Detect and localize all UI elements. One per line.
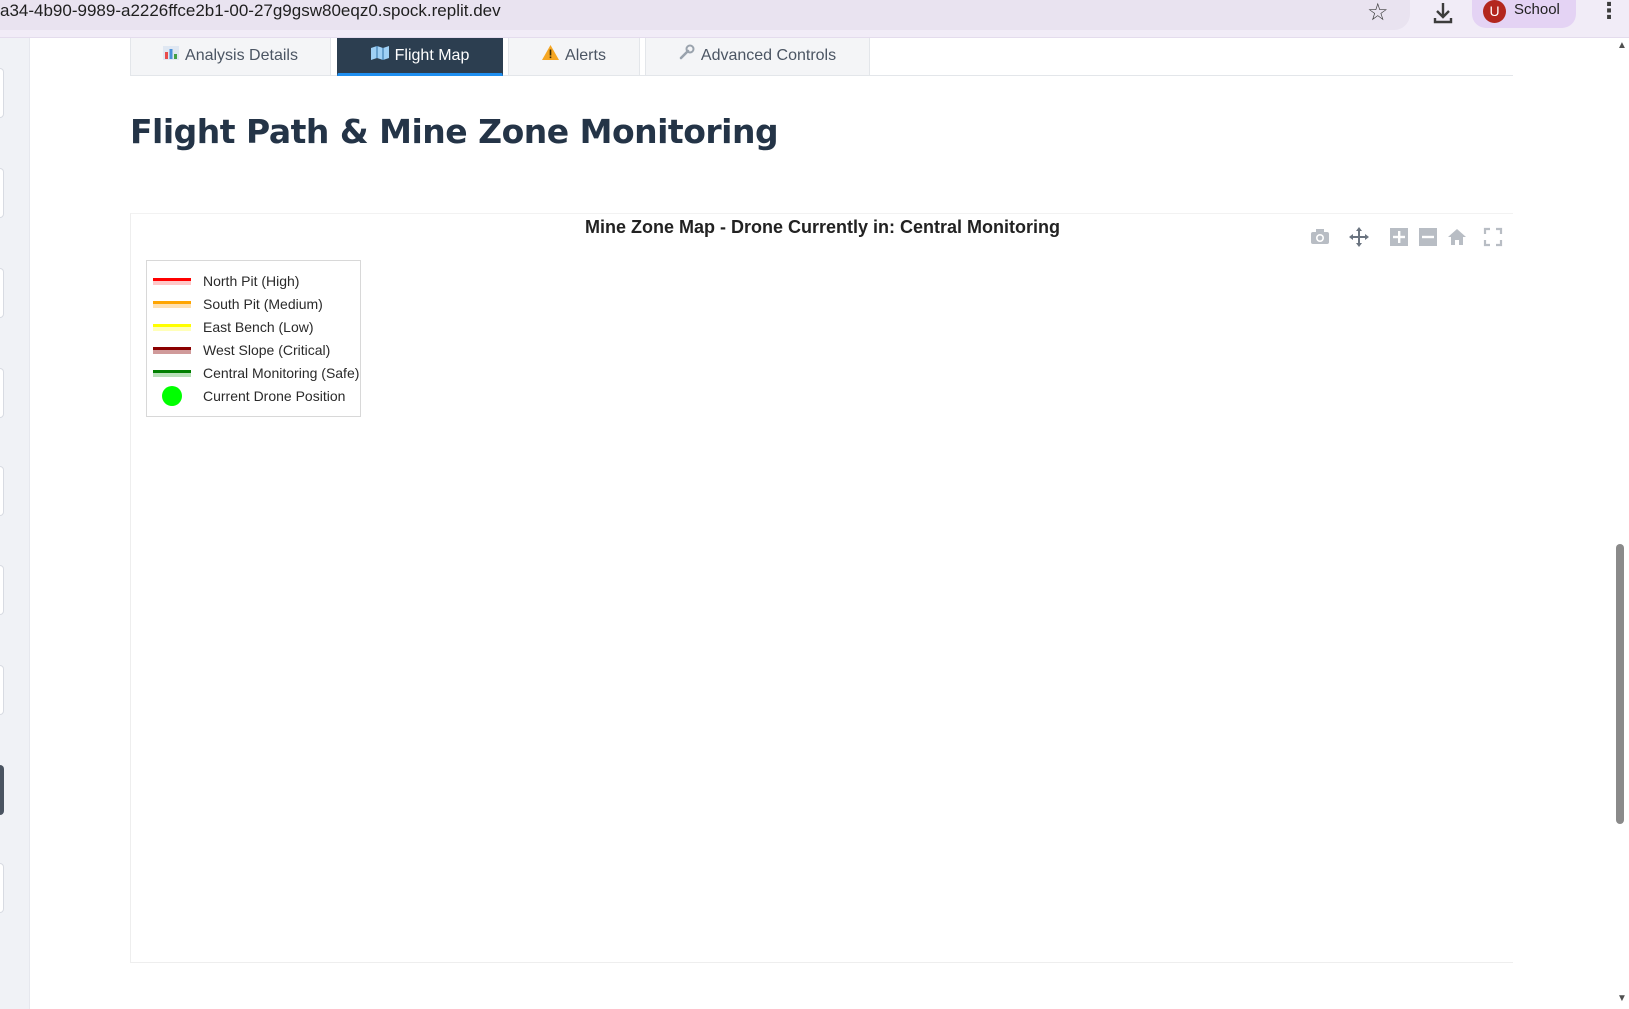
legend-item-north-pit[interactable]: North Pit (High) — [153, 270, 358, 292]
zoom-out-icon[interactable] — [1417, 226, 1439, 248]
tab-label: Flight Map — [394, 47, 470, 64]
legend-swatch — [153, 370, 191, 377]
sidebar-handle[interactable] — [0, 565, 4, 615]
tab-label: Alerts — [565, 47, 606, 64]
scrollbar-thumb[interactable] — [1616, 544, 1624, 824]
swatch-fill — [153, 304, 191, 308]
scrollbar[interactable] — [1612, 38, 1629, 1009]
sidebar-handle[interactable] — [0, 665, 4, 715]
profile-button[interactable]: U School — [1472, 0, 1576, 28]
sidebar-handle[interactable] — [0, 863, 4, 913]
tab-alerts[interactable]: Alerts — [508, 38, 640, 76]
zoom-in-icon[interactable] — [1388, 226, 1410, 248]
download-icon[interactable] — [1430, 0, 1456, 26]
mine-zone-map-chart[interactable]: Mine Zone Map - Drone Currently in: Cent… — [130, 213, 1513, 963]
legend-swatch — [153, 324, 191, 331]
legend-label: South Pit (Medium) — [203, 296, 323, 312]
tab-advanced-controls[interactable]: Advanced Controls — [645, 38, 870, 76]
legend-item-drone-position[interactable]: Current Drone Position — [153, 385, 358, 407]
camera-icon[interactable] — [1309, 226, 1331, 248]
map-icon — [370, 38, 389, 74]
collapsed-sidebar — [0, 38, 30, 1009]
sidebar-handle[interactable] — [0, 466, 4, 516]
bar-chart-icon — [163, 38, 180, 74]
scroll-down-arrow-icon[interactable]: ▼ — [1617, 993, 1627, 1004]
swatch-fill — [153, 350, 191, 354]
tab-label: Advanced Controls — [700, 47, 837, 64]
tab-label: Analysis Details — [185, 47, 298, 64]
tab-analysis-details[interactable]: Analysis Details — [130, 38, 331, 76]
warning-icon — [542, 38, 560, 74]
tab-bar: Analysis Details Flight Map Alerts Advan… — [130, 38, 1513, 76]
profile-name: School — [1514, 1, 1560, 18]
swatch-fill — [153, 281, 191, 285]
browser-toolbar: a34-4b90-9989-a2226ffce2b1-00-27g9gsw80e… — [0, 0, 1629, 38]
swatch-fill — [153, 327, 191, 331]
wrench-icon — [679, 38, 695, 74]
home-icon[interactable] — [1446, 226, 1468, 248]
tab-flight-map[interactable]: Flight Map — [337, 38, 503, 76]
legend-item-east-bench[interactable]: East Bench (Low) — [153, 316, 358, 338]
legend-item-central-monitoring[interactable]: Central Monitoring (Safe) — [153, 362, 360, 384]
sidebar-handle[interactable] — [0, 168, 4, 218]
url-text[interactable]: a34-4b90-9989-a2226ffce2b1-00-27g9gsw80e… — [0, 1, 501, 21]
chart-title: Mine Zone Map - Drone Currently in: Cent… — [585, 217, 1060, 237]
sidebar-handle[interactable] — [0, 68, 4, 118]
legend-label: West Slope (Critical) — [203, 342, 331, 358]
legend-label: North Pit (High) — [203, 273, 300, 289]
bookmark-star-icon[interactable]: ☆ — [1367, 0, 1389, 27]
sidebar-handle[interactable] — [0, 268, 4, 318]
pan-icon[interactable] — [1348, 226, 1370, 248]
scroll-up-arrow-icon[interactable]: ▲ — [1617, 40, 1627, 51]
address-bar[interactable]: a34-4b90-9989-a2226ffce2b1-00-27g9gsw80e… — [0, 0, 1410, 30]
legend-label: Current Drone Position — [203, 388, 346, 404]
legend-swatch — [153, 278, 191, 285]
legend-label: East Bench (Low) — [203, 319, 314, 335]
drone-marker-icon — [162, 386, 182, 406]
fullscreen-icon[interactable] — [1482, 226, 1504, 248]
chart-legend: North Pit (High) South Pit (Medium) East… — [146, 260, 361, 417]
legend-swatch — [153, 301, 191, 308]
sidebar-handle[interactable] — [0, 368, 4, 418]
legend-swatch — [153, 347, 191, 354]
sidebar-handle-active[interactable] — [0, 765, 4, 815]
legend-label: Central Monitoring (Safe) — [203, 365, 360, 381]
page-title: Flight Path & Mine Zone Monitoring — [130, 112, 779, 151]
legend-item-west-slope[interactable]: West Slope (Critical) — [153, 339, 358, 361]
swatch-fill — [153, 373, 191, 377]
browser-menu-icon[interactable]: ⋮ — [1598, 0, 1620, 24]
avatar: U — [1483, 0, 1506, 23]
legend-item-south-pit[interactable]: South Pit (Medium) — [153, 293, 358, 315]
